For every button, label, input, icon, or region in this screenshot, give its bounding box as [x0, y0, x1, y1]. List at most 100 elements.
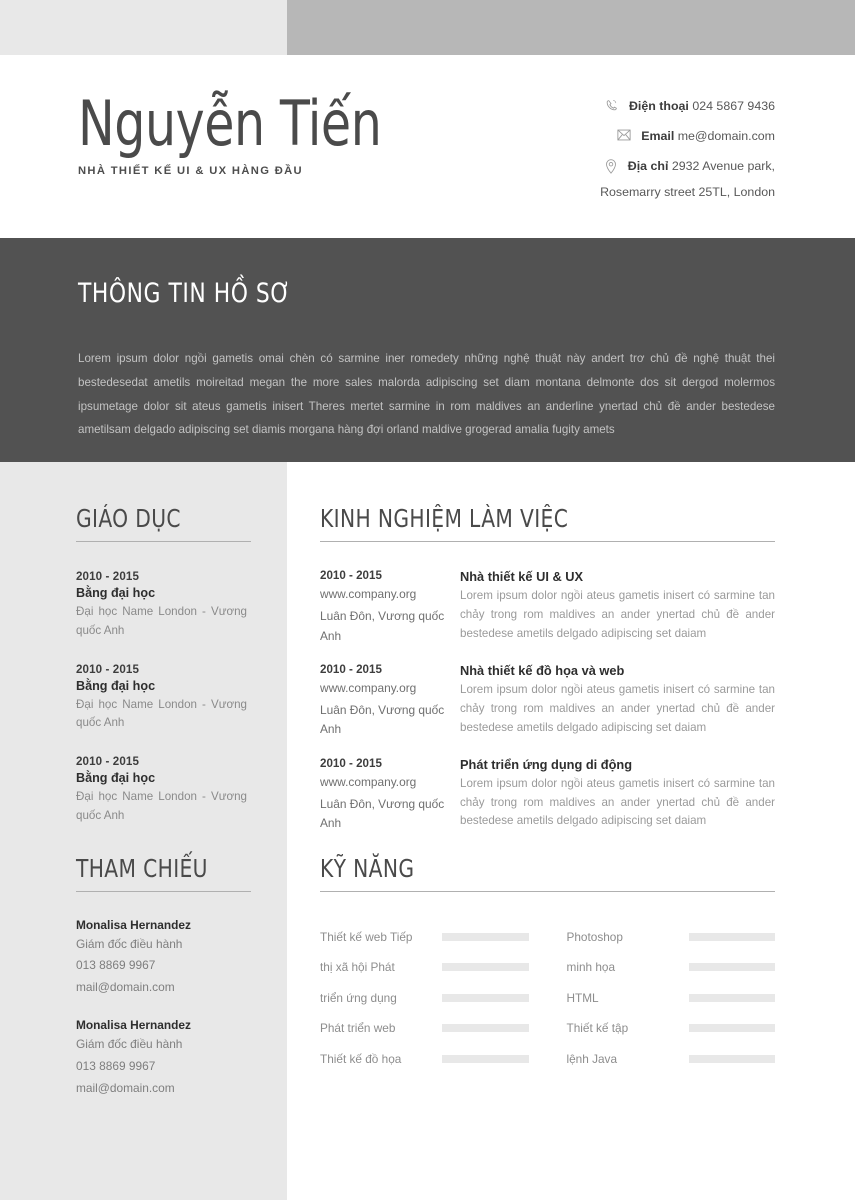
- skill-bar-track: [688, 1024, 775, 1033]
- experience-list: 2010 - 2015 www.company.org Luân Đôn, Vư…: [320, 569, 775, 834]
- education-heading-rule: [76, 541, 251, 542]
- references-section: THAM CHIẾU Monalisa Hernandez Giám đốc đ…: [76, 853, 251, 1098]
- experience-description: Lorem ipsum dolor ngồi ateus gametis ini…: [460, 589, 775, 640]
- skill-item: Thiết kế tập: [566, 1013, 775, 1044]
- experience-role: Nhà thiết kế đồ họa và web: [460, 662, 625, 678]
- skill-label: thị xã hội Phát: [320, 960, 395, 975]
- contact-email: Email me@domain.com: [475, 129, 775, 145]
- education-school: Đại học Name London - Vương quốc Anh: [76, 605, 247, 637]
- reference-item: Monalisa Hernandez Giám đốc điều hành 01…: [76, 918, 247, 997]
- education-years: 2010 - 2015: [76, 570, 139, 583]
- skill-item: HTML: [566, 983, 775, 1014]
- reference-name: Monalisa Hernandez: [76, 917, 191, 932]
- education-school: Đại học Name London - Vương quốc Anh: [76, 790, 247, 822]
- profile-heading: THÔNG TIN HỒ SƠ: [78, 278, 291, 309]
- topbar-right-block: [287, 0, 855, 55]
- envelope-icon: [613, 129, 635, 141]
- experience-meta: 2010 - 2015 www.company.org Luân Đôn, Vư…: [320, 569, 460, 646]
- skill-bar-track: [442, 1054, 529, 1063]
- contact-list: Điện thoại 024 5867 9436 Email me@domain…: [475, 88, 775, 215]
- references-heading: THAM CHIẾU: [76, 853, 208, 883]
- contact-phone-value: 024 5867 9436: [692, 99, 775, 113]
- resume-header: Nguyễn Tiến NHÀ THIẾT KẾ UI & UX HÀNG ĐẦ…: [0, 55, 855, 238]
- experience-location: Luân Đôn, Vương quốc Anh: [320, 703, 445, 737]
- contact-phone-text: Điện thoại 024 5867 9436: [629, 99, 775, 115]
- skill-item: minh họa: [566, 952, 775, 983]
- skill-item: Photoshop: [566, 922, 775, 953]
- experience-item: 2010 - 2015 www.company.org Luân Đôn, Vư…: [320, 663, 775, 740]
- experience-location: Luân Đôn, Vương quốc Anh: [320, 796, 445, 831]
- candidate-name: Nguyễn Tiến: [78, 87, 382, 160]
- skill-label: HTML: [566, 990, 599, 1005]
- skill-label: Thiết kế web Tiếp: [320, 929, 413, 944]
- experience-meta: 2010 - 2015 www.company.org Luân Đôn, Vư…: [320, 663, 460, 740]
- name-block: Nguyễn Tiến NHÀ THIẾT KẾ UI & UX HÀNG ĐẦ…: [78, 88, 423, 177]
- skill-item: Thiết kế đồ họa: [320, 1044, 529, 1075]
- reference-email: mail@domain.com: [76, 980, 175, 995]
- education-section: GIÁO DỤC 2010 - 2015 Bằng đại học Đại họ…: [76, 504, 251, 826]
- contact-phone-label: Điện thoại: [628, 99, 689, 113]
- phone-icon: [601, 99, 623, 112]
- contact-email-label: Email: [641, 129, 675, 143]
- skill-item: lệnh Java: [567, 1044, 775, 1075]
- skill-bar-track: [688, 932, 775, 941]
- experience-item: 2010 - 2015 www.company.org Luân Đôn, Vư…: [320, 569, 775, 646]
- contact-email-value: me@domain.com: [677, 129, 775, 143]
- skill-bar-track: [442, 932, 529, 941]
- skill-bar-track: [688, 993, 775, 1002]
- education-years: 2010 - 2015: [76, 755, 139, 769]
- experience-role: Nhà thiết kế UI & UX: [460, 569, 584, 584]
- profile-section: THÔNG TIN HỒ SƠ Lorem ipsum dolor ngồi g…: [0, 238, 855, 462]
- experience-years: 2010 - 2015: [320, 756, 382, 770]
- education-years: 2010 - 2015: [76, 662, 139, 676]
- skill-bar-track: [442, 993, 529, 1002]
- reference-email: mail@domain.com: [76, 1080, 175, 1095]
- candidate-tagline: NHÀ THIẾT KẾ UI & UX HÀNG ĐẦU: [78, 165, 303, 178]
- experience-section: KINH NGHIỆM LÀM VIỆC 2010 - 2015 www.com…: [320, 504, 775, 834]
- skill-item: Thiết kế web Tiếp: [320, 922, 529, 953]
- skill-label: Thiết kế tập: [566, 1021, 629, 1036]
- location-pin-icon: [600, 159, 622, 174]
- contact-address-value2: Rosemarry street 25TL, London: [600, 185, 775, 199]
- experience-description: Lorem ipsum dolor ngồi ateus gametis ini…: [460, 776, 775, 828]
- skill-label: minh họa: [566, 960, 616, 975]
- experience-website: www.company.org: [320, 587, 417, 601]
- references-heading-rule: [76, 890, 251, 892]
- contact-address-label: Địa chỉ: [627, 159, 669, 173]
- sidebar: GIÁO DỤC 2010 - 2015 Bằng đại học Đại họ…: [0, 462, 287, 1200]
- education-degree: Bằng đại học: [76, 678, 156, 693]
- skills-heading-rule: [320, 890, 775, 892]
- experience-website: www.company.org: [320, 680, 417, 695]
- education-degree: Bằng đại học: [76, 586, 156, 600]
- skill-item: thị xã hội Phát: [320, 952, 529, 983]
- experience-website: www.company.org: [320, 774, 417, 789]
- contact-address-text: Địa chỉ 2932 Avenue park,: [628, 159, 775, 175]
- reference-phone: 013 8869 9967: [76, 1058, 156, 1073]
- contact-address-value: 2932 Avenue park,: [671, 159, 775, 173]
- top-decorative-bar: [0, 0, 855, 55]
- contact-address: Địa chỉ 2932 Avenue park,: [475, 159, 775, 175]
- contact-address-line2: Rosemarry street 25TL, London: [475, 185, 775, 201]
- reference-item: Monalisa Hernandez Giám đốc điều hành 01…: [76, 1018, 247, 1097]
- skill-bar-track: [442, 1024, 529, 1033]
- profile-text: Lorem ipsum dolor ngồi gametis omai chèn…: [78, 352, 775, 437]
- topbar-left-block: [0, 0, 287, 55]
- experience-years: 2010 - 2015: [320, 569, 382, 582]
- reference-phone: 013 8869 9967: [76, 958, 156, 973]
- resume-page: Nguyễn Tiến NHÀ THIẾT KẾ UI & UX HÀNG ĐẦ…: [0, 0, 855, 1200]
- reference-role: Giám đốc điều hành: [76, 1037, 183, 1052]
- reference-role: Giám đốc điều hành: [76, 936, 183, 951]
- experience-years: 2010 - 2015: [320, 662, 382, 676]
- education-list: 2010 - 2015 Bằng đại học Đại học Name Lo…: [76, 570, 247, 826]
- skills-heading: KỸ NĂNG: [320, 853, 415, 883]
- skill-label: Photoshop: [566, 929, 623, 944]
- skills-grid: Thiết kế web Tiếp Photoshop thị xã hội P…: [320, 922, 775, 1075]
- contact-phone: Điện thoại 024 5867 9436: [475, 99, 775, 115]
- education-item: 2010 - 2015 Bằng đại học Đại học Name Lo…: [76, 570, 247, 641]
- contact-email-text: Email me@domain.com: [641, 129, 775, 145]
- skill-bar-track: [442, 963, 529, 972]
- skill-bar-track: [688, 1054, 775, 1063]
- skill-label: Phát triển web: [320, 1021, 396, 1036]
- skills-section: KỸ NĂNG Thiết kế web Tiếp Photoshop thị …: [320, 854, 775, 1075]
- education-item: 2010 - 2015 Bằng đại học Đại học Name Lo…: [76, 663, 247, 734]
